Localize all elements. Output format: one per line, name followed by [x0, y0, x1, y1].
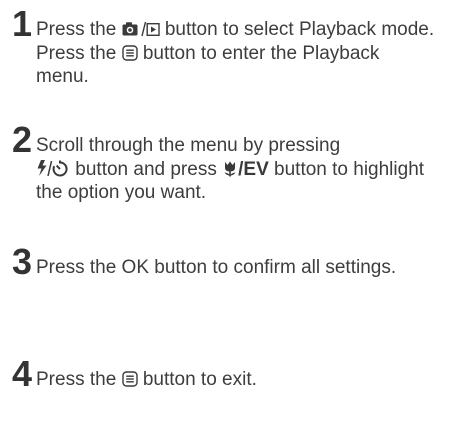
menu-icon	[121, 44, 138, 61]
step-text-part: Press the	[36, 369, 122, 390]
step-text-part: Scroll through the menu by pressing	[36, 135, 341, 156]
step-number: 3	[12, 241, 33, 282]
camera-playback-icon	[122, 21, 160, 37]
step-text: Press the button to select Playback mode…	[36, 18, 436, 89]
step-text: Scroll through the menu by pressing butt…	[36, 134, 436, 205]
step-text-part: button to exit.	[137, 369, 257, 390]
step-number: 4	[12, 353, 33, 394]
ev-label: /EV	[238, 158, 269, 180]
menu-icon	[121, 371, 138, 387]
flash-selftimer-icon	[36, 159, 70, 177]
step-number: 2	[12, 119, 33, 160]
step-text-part: Press the OK button to confirm all setti…	[36, 257, 397, 278]
ev-text: EV	[243, 158, 269, 180]
macro-icon	[222, 160, 238, 177]
step-number: 1	[12, 3, 33, 44]
step-text: Press the button to exit.	[36, 368, 436, 392]
step-text: Press the OK button to confirm all setti…	[36, 256, 436, 280]
step-text-part: Press the	[36, 19, 122, 40]
step-text-part: button and press	[70, 158, 223, 180]
